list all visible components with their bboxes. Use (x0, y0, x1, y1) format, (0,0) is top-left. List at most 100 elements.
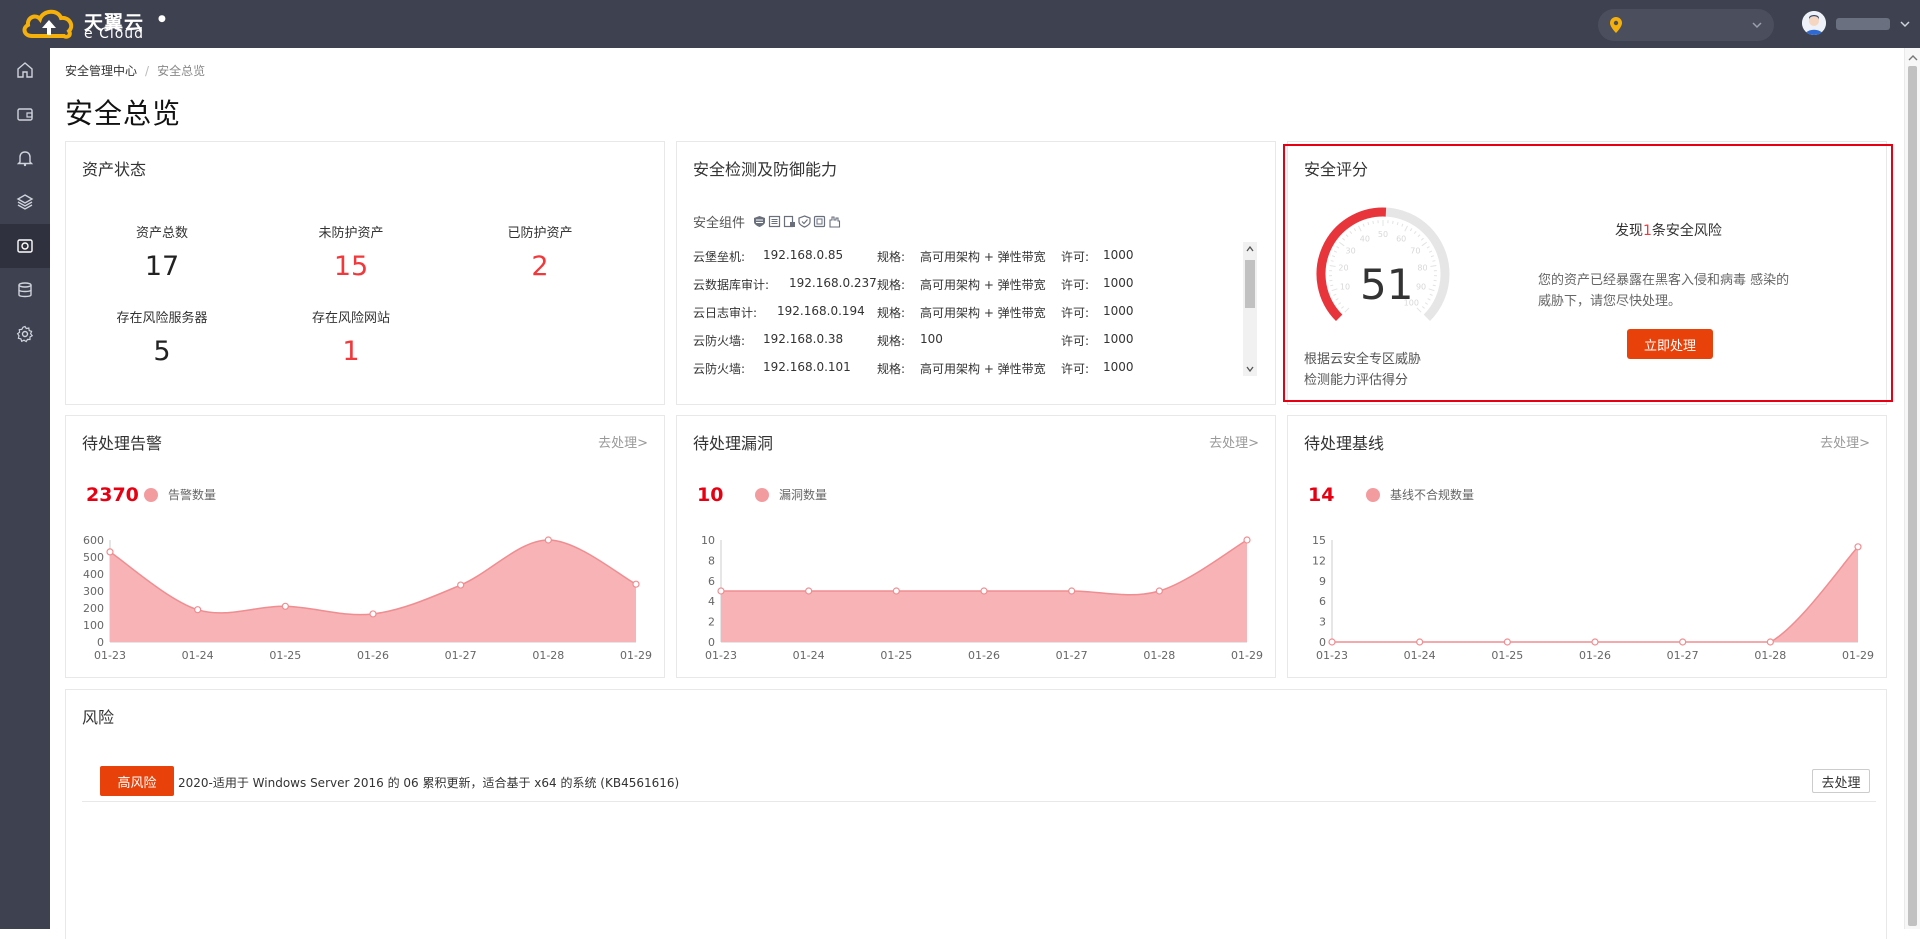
data-point (1680, 639, 1686, 645)
alerts-legend[interactable]: 告警数量 (144, 486, 216, 503)
data-point (1504, 639, 1510, 645)
x-tick-label: 01-24 (1404, 649, 1436, 662)
alerts-goto-link[interactable]: 去处理> (598, 432, 648, 451)
firewall-icon[interactable] (828, 215, 841, 228)
asset-total[interactable]: 资产总数 17 (82, 222, 242, 282)
bastion-icon[interactable] (753, 215, 766, 228)
asset-unprotected-value: 15 (271, 251, 431, 282)
db-audit-icon[interactable] (768, 215, 781, 228)
sidebar-item-home[interactable] (0, 48, 50, 92)
y-tick-label: 8 (708, 554, 715, 567)
sidebar-item-storage[interactable] (0, 268, 50, 312)
y-tick-label: 3 (1319, 616, 1326, 629)
series-area (1332, 547, 1858, 642)
page-scrollbar-thumb[interactable] (1908, 66, 1917, 926)
y-tick-label: 15 (1312, 534, 1326, 547)
component-icons (753, 215, 841, 228)
chevron-down-icon (1752, 20, 1762, 30)
sidebar-item-security[interactable] (0, 224, 50, 268)
series-line (1332, 547, 1858, 642)
data-point (107, 549, 113, 555)
item-spec: 100 (920, 332, 943, 346)
scroll-up-icon[interactable] (1246, 246, 1254, 252)
sidebar-item-settings[interactable] (0, 312, 50, 356)
item-spec: 高可用架构 + 弹性带宽 (920, 248, 1046, 265)
detection-list: 云堡垒机: 192.168.0.85 规格: 高可用架构 + 弹性带宽 许可: … (693, 242, 1253, 382)
risk-title: 风险 (82, 704, 114, 728)
page-scrollbar[interactable] (1904, 48, 1920, 929)
x-tick-label: 01-28 (1143, 649, 1175, 662)
alerts-total: 2370 (86, 484, 139, 506)
user-avatar[interactable] (1802, 11, 1826, 35)
item-spec: 高可用架构 + 弹性带宽 (920, 304, 1046, 321)
item-ip: 192.168.0.101 (763, 360, 851, 374)
wallet-icon (16, 105, 34, 123)
sidebar-item-billing[interactable] (0, 92, 50, 136)
item-license: 1000 (1103, 276, 1134, 290)
x-tick-label: 01-27 (1056, 649, 1088, 662)
item-license-label: 许可: (1061, 332, 1089, 349)
x-tick-label: 01-28 (1754, 649, 1786, 662)
risk-servers-label: 存在风险服务器 (82, 307, 242, 326)
sidebar-item-products[interactable] (0, 180, 50, 224)
security-components: 安全组件 (693, 212, 841, 231)
data-point (633, 581, 639, 587)
legend-label: 漏洞数量 (779, 486, 827, 503)
item-spec-label: 规格: (877, 304, 905, 321)
risk-servers[interactable]: 存在风险服务器 5 (82, 307, 242, 367)
home-icon (16, 61, 34, 79)
data-point (1069, 588, 1075, 594)
list-item: 云防火墙: 192.168.0.101 规格: 高可用架构 + 弹性带宽 许可:… (693, 354, 1253, 382)
x-tick-label: 01-28 (532, 649, 564, 662)
asset-unprotected[interactable]: 未防护资产 15 (271, 222, 431, 282)
breadcrumb-root[interactable]: 安全管理中心 (65, 64, 137, 78)
brand-logo[interactable]: 天翼云 e Cloud (20, 4, 180, 44)
waf-shield-icon[interactable] (798, 215, 811, 228)
list-item: 云数据库审计: 192.168.0.237 规格: 高可用架构 + 弹性带宽 许… (693, 270, 1253, 298)
y-tick-label: 6 (1319, 595, 1326, 608)
series-area (110, 540, 636, 642)
x-tick-label: 01-25 (880, 649, 912, 662)
baseline-goto-link[interactable]: 去处理> (1820, 432, 1870, 451)
y-tick-label: 2 (708, 616, 715, 629)
x-tick-label: 01-29 (620, 649, 652, 662)
components-label: 安全组件 (693, 212, 745, 231)
data-point (1329, 639, 1335, 645)
location-pin-icon (1610, 17, 1622, 33)
cloud-logo-icon (20, 6, 80, 42)
sidebar-item-notifications[interactable] (0, 136, 50, 180)
baseline-chart: 0369121501-2301-2401-2501-2601-2701-2801… (1288, 534, 1888, 674)
vulns-chart: 024681001-2301-2401-2501-2601-2701-2801-… (677, 534, 1277, 674)
risk-item-text[interactable]: 2020-适用于 Windows Server 2016 的 06 累积更新，适… (178, 774, 679, 791)
data-point (1855, 544, 1861, 550)
scroll-up-icon[interactable] (1908, 54, 1918, 62)
user-chevron-icon[interactable] (1900, 19, 1910, 29)
asset-protected-label: 已防护资产 (460, 222, 620, 241)
data-point (370, 611, 376, 617)
y-tick-label: 10 (701, 534, 715, 547)
risk-websites[interactable]: 存在风险网站 1 (271, 307, 431, 367)
host-security-icon[interactable] (813, 215, 826, 228)
risk-handle-button[interactable]: 去处理 (1812, 769, 1870, 793)
brand-name-en: e Cloud (84, 26, 144, 42)
region-select[interactable] (1598, 9, 1774, 41)
detection-title: 安全检测及防御能力 (693, 156, 837, 180)
page-title: 安全总览 (65, 92, 181, 132)
item-ip: 192.168.0.194 (777, 304, 865, 318)
asset-protected-value: 2 (460, 251, 620, 282)
detection-scrollbar[interactable] (1243, 242, 1257, 376)
log-audit-icon[interactable] (783, 215, 796, 228)
avatar-icon (1802, 11, 1826, 35)
legend-label: 基线不合规数量 (1390, 486, 1474, 503)
vulns-goto-link[interactable]: 去处理> (1209, 432, 1259, 451)
y-tick-label: 200 (83, 602, 104, 615)
item-spec: 高可用架构 + 弹性带宽 (920, 276, 1046, 293)
detection-scrollbar-thumb[interactable] (1245, 260, 1255, 308)
user-name-masked[interactable] (1836, 18, 1890, 30)
asset-protected[interactable]: 已防护资产 2 (460, 222, 620, 282)
scroll-down-icon[interactable] (1246, 366, 1254, 372)
data-point (893, 588, 899, 594)
sidebar (0, 48, 50, 929)
baseline-legend[interactable]: 基线不合规数量 (1366, 486, 1474, 503)
vulns-legend[interactable]: 漏洞数量 (755, 486, 827, 503)
